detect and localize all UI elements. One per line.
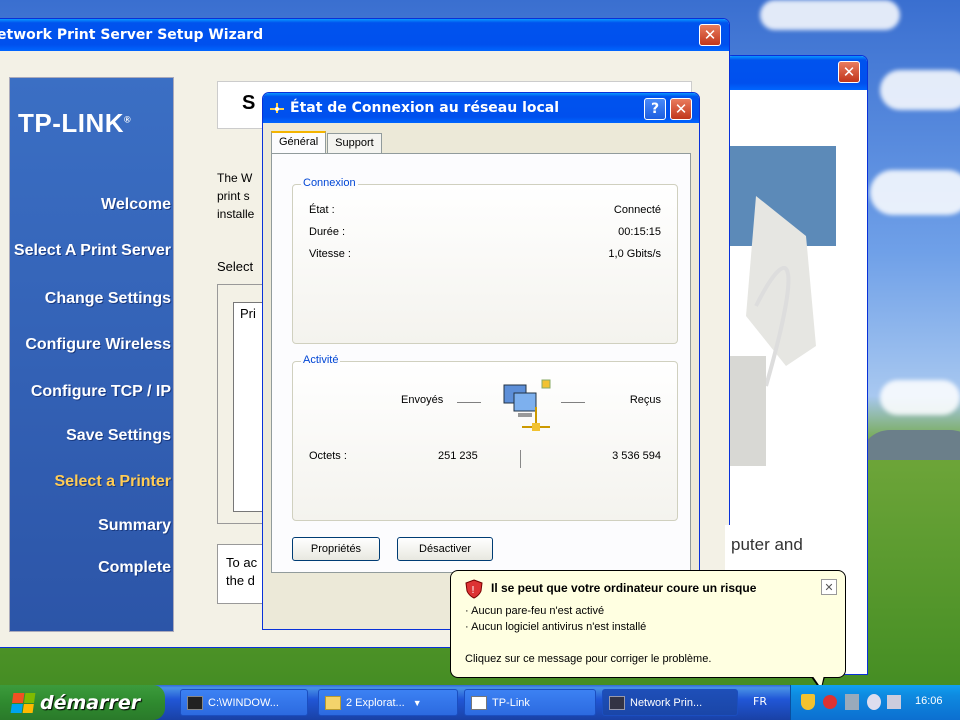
monitor-icon[interactable] bbox=[887, 695, 901, 709]
balloon-line-firewall: · Aucun pare-feu n'est activé bbox=[465, 605, 605, 617]
speed-value: 1,0 Gbits/s bbox=[608, 248, 661, 260]
help-button[interactable]: ? bbox=[644, 98, 666, 120]
info-line-1: To ac bbox=[226, 555, 258, 570]
security-shield-icon[interactable] bbox=[801, 694, 815, 710]
state-label: État : bbox=[309, 204, 335, 216]
start-label: démarrer bbox=[40, 691, 141, 714]
state-value: Connecté bbox=[613, 204, 661, 216]
clock[interactable]: 16:06 bbox=[915, 695, 943, 707]
intro-line-3: installe bbox=[217, 207, 255, 221]
close-button[interactable]: ✕ bbox=[670, 98, 692, 120]
intro-line-1: The W bbox=[217, 171, 253, 185]
windows-logo-icon bbox=[10, 692, 36, 713]
network-activity-icon bbox=[496, 377, 556, 437]
step-complete: Complete bbox=[98, 559, 171, 576]
properties-button[interactable]: Propriétés bbox=[292, 537, 380, 561]
recv-line bbox=[561, 402, 585, 403]
duration-label: Durée : bbox=[309, 226, 346, 238]
tab-panel-general: Connexion État : Connecté Durée : 00:15:… bbox=[271, 153, 691, 573]
wizard-heading: S bbox=[242, 92, 256, 114]
connexion-group: Connexion État : Connecté Durée : 00:15:… bbox=[292, 177, 678, 344]
intro-line-2: print s bbox=[217, 189, 250, 203]
system-tray: 16:06 bbox=[790, 685, 960, 720]
activite-group: Activité Envoyés Reçus Octets : 251 235 … bbox=[292, 354, 678, 521]
start-button[interactable]: démarrer bbox=[0, 685, 165, 720]
sent-label: Envoyés bbox=[401, 394, 444, 406]
taskbar: démarrer C:\WINDOW... 2 Explorat... ▼ TP… bbox=[0, 685, 960, 720]
task-network-print[interactable]: Network Prin... bbox=[602, 689, 738, 716]
step-change-settings: Change Settings bbox=[44, 290, 171, 307]
recv-label: Reçus bbox=[629, 394, 661, 406]
close-button[interactable]: ✕ bbox=[699, 24, 721, 46]
balloon-title: Il se peut que votre ordinateur coure un… bbox=[491, 581, 757, 595]
network-tray-icon[interactable] bbox=[845, 694, 859, 710]
speed-label: Vitesse : bbox=[309, 248, 351, 260]
task-tp-link[interactable]: TP-Link bbox=[464, 689, 596, 716]
step-select-printer: Select a Printer bbox=[54, 473, 172, 490]
language-indicator[interactable]: FR bbox=[753, 695, 767, 708]
background-line-1: puter and bbox=[731, 535, 803, 554]
task-cmd-label: C:\WINDOW... bbox=[208, 696, 279, 709]
balloon-action[interactable]: Cliquez sur ce message pour corriger le … bbox=[465, 653, 711, 665]
activity-divider bbox=[520, 450, 521, 468]
shield-icon: ! bbox=[465, 579, 483, 599]
disable-button[interactable]: Désactiver bbox=[397, 537, 493, 561]
volume-icon[interactable] bbox=[867, 694, 881, 710]
task-explorer[interactable]: 2 Explorat... ▼ bbox=[318, 689, 458, 716]
tp-link-icon bbox=[471, 695, 487, 710]
step-summary: Summary bbox=[98, 517, 171, 534]
task-network-print-label: Network Prin... bbox=[630, 696, 703, 709]
select-label: Select bbox=[217, 259, 254, 274]
sent-bytes: 251 235 bbox=[438, 450, 478, 462]
background-window-text: puter and bbox=[725, 525, 865, 575]
step-configure-tcp-ip: Configure TCP / IP bbox=[30, 383, 171, 400]
step-welcome: Welcome bbox=[101, 196, 171, 213]
list-column-header[interactable]: Pri bbox=[240, 306, 256, 321]
step-configure-wireless: Configure Wireless bbox=[25, 336, 171, 353]
balloon-close-button[interactable]: ✕ bbox=[821, 579, 837, 595]
console-icon bbox=[187, 695, 203, 710]
connection-status-dialog[interactable]: État de Connexion au réseau local ? ✕ Gé… bbox=[262, 92, 700, 630]
duration-value: 00:15:15 bbox=[618, 226, 661, 238]
activite-group-title: Activité bbox=[301, 354, 341, 366]
printer-illustration bbox=[726, 146, 836, 466]
close-button[interactable]: ✕ bbox=[838, 61, 860, 83]
recv-bytes: 3 536 594 bbox=[612, 450, 661, 462]
step-select-print-server: Select A Print Server bbox=[13, 242, 171, 259]
network-icon bbox=[269, 101, 285, 115]
step-save-settings: Save Settings bbox=[66, 427, 171, 444]
dialog-titlebar[interactable]: État de Connexion au réseau local bbox=[263, 93, 699, 123]
task-explorer-label: 2 Explorat... bbox=[346, 696, 405, 709]
network-icon bbox=[609, 695, 625, 710]
wizard-sidebar: TP-LINK® Welcome Select A Print Server C… bbox=[9, 77, 174, 632]
task-cmd[interactable]: C:\WINDOW... bbox=[180, 689, 308, 716]
wizard-titlebar[interactable]: etwork Print Server Setup Wizard bbox=[0, 19, 729, 51]
dialog-title: État de Connexion au réseau local bbox=[290, 100, 560, 116]
svg-text:!: ! bbox=[471, 585, 475, 596]
tab-general[interactable]: Général bbox=[271, 131, 327, 154]
security-alert-icon[interactable] bbox=[823, 695, 837, 709]
wizard-title: etwork Print Server Setup Wizard bbox=[0, 27, 264, 43]
balloon-line-antivirus: · Aucun logiciel antivirus n'est install… bbox=[465, 621, 647, 633]
task-tp-link-label: TP-Link bbox=[492, 696, 530, 709]
bytes-label: Octets : bbox=[309, 450, 347, 462]
connexion-group-title: Connexion bbox=[301, 177, 358, 189]
security-balloon[interactable]: ! Il se peut que votre ordinateur coure … bbox=[450, 570, 846, 691]
tp-link-logo: TP-LINK® bbox=[18, 108, 132, 138]
folder-icon bbox=[325, 695, 341, 710]
chevron-down-icon: ▼ bbox=[412, 697, 422, 708]
info-line-2: the d bbox=[226, 573, 255, 588]
sent-line bbox=[457, 402, 481, 403]
